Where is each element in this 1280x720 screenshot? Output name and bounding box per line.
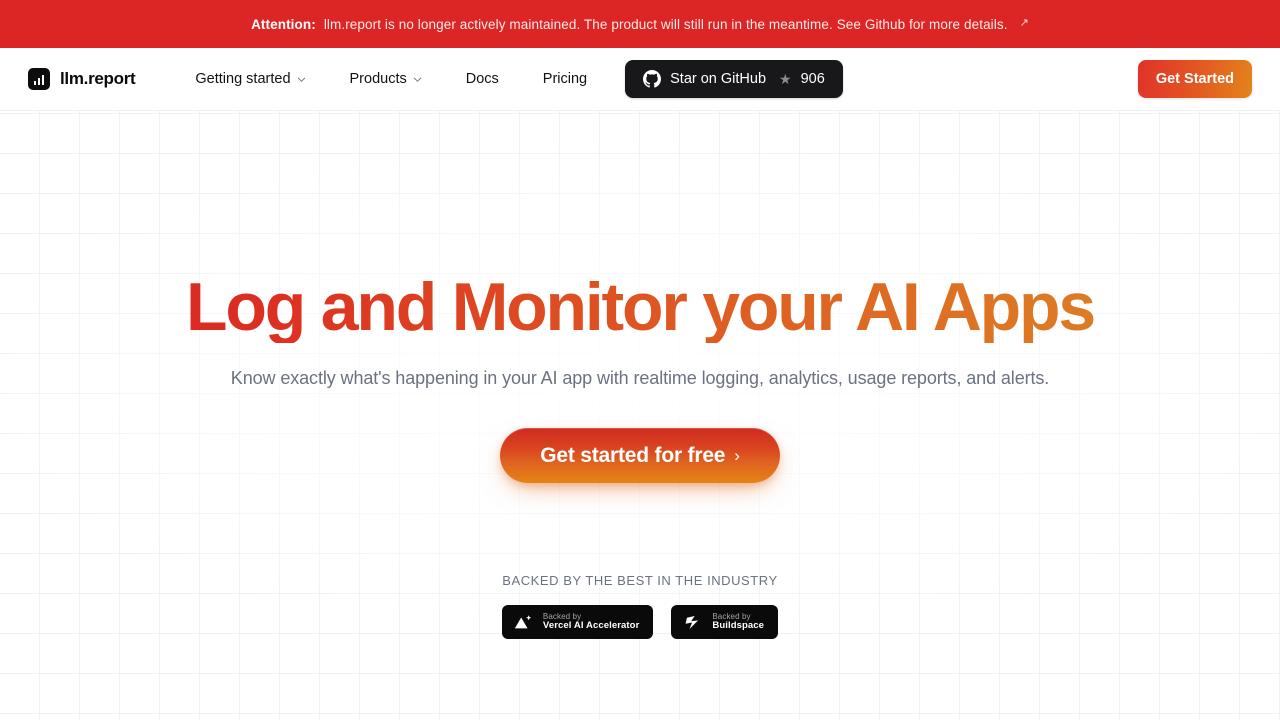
get-started-for-free-button[interactable]: Get started for free ›	[500, 428, 780, 484]
buildspace-icon	[682, 612, 702, 632]
announcement-banner[interactable]: Attention: llm.report is no longer activ…	[0, 0, 1280, 48]
chevron-right-icon: ›	[734, 445, 740, 465]
badge-vercel-ai-accelerator[interactable]: Backed by Vercel AI Accelerator	[501, 605, 654, 640]
announcement-label: Attention:	[251, 16, 316, 32]
arrow-up-right-icon: ↗	[1019, 16, 1029, 29]
chevron-down-icon	[297, 75, 306, 84]
nav-item-label: Getting started	[195, 71, 291, 87]
get-started-button[interactable]: Get Started	[1137, 60, 1252, 98]
nav-item-getting-started[interactable]: Getting started	[173, 63, 327, 95]
hero-cta-wrap: Get started for free ›	[0, 428, 1280, 484]
backers-label: BACKED BY THE BEST IN THE INDUSTRY	[502, 573, 778, 589]
star-icon: ★	[779, 71, 792, 87]
badge-text: Backed by Buildspace	[712, 612, 765, 632]
brand-name: llm.report	[60, 69, 136, 88]
star-on-github-button[interactable]: Star on GitHub ★ 906	[625, 60, 843, 98]
badge-buildspace[interactable]: Backed by Buildspace	[671, 605, 779, 640]
badge-text: Backed by Vercel AI Accelerator	[542, 612, 640, 632]
github-button-label: Star on GitHub	[670, 71, 767, 87]
nav-item-label: Docs	[465, 71, 499, 87]
vercel-triangle-icon	[513, 612, 533, 632]
nav-item-docs[interactable]: Docs	[444, 63, 521, 95]
github-icon	[643, 70, 662, 88]
hero-content: Log and Monitor your AI Apps Know exactl…	[0, 271, 1280, 640]
nav-item-label: Products	[349, 71, 407, 87]
badge-name: Buildspace	[712, 620, 765, 632]
main-navigation: Getting started Products Docs Pricing St…	[173, 60, 843, 98]
hero-subtitle: Know exactly what's happening in your AI…	[230, 368, 1050, 389]
backers-section: BACKED BY THE BEST IN THE INDUSTRY Backe…	[0, 573, 1280, 640]
backer-badges: Backed by Vercel AI Accelerator Backed b…	[0, 605, 1280, 640]
nav-item-products[interactable]: Products	[328, 63, 444, 95]
announcement-text: llm.report is no longer actively maintai…	[323, 16, 1008, 32]
chevron-down-icon	[413, 75, 422, 84]
hero-cta-label: Get started for free	[540, 443, 726, 467]
bar-chart-logo-icon	[28, 68, 50, 90]
hero-section: Log and Monitor your AI Apps Know exactl…	[0, 111, 1280, 720]
site-header: llm.report Getting started Products Docs…	[0, 48, 1280, 111]
nav-item-pricing[interactable]: Pricing	[521, 63, 609, 95]
github-star-count: 906	[800, 71, 825, 87]
brand-logo[interactable]: llm.report	[28, 68, 136, 90]
page-title: Log and Monitor your AI Apps	[0, 271, 1280, 343]
announcement-banner-content: Attention: llm.report is no longer activ…	[251, 17, 1029, 32]
nav-item-label: Pricing	[542, 71, 588, 87]
badge-name: Vercel AI Accelerator	[542, 620, 640, 632]
